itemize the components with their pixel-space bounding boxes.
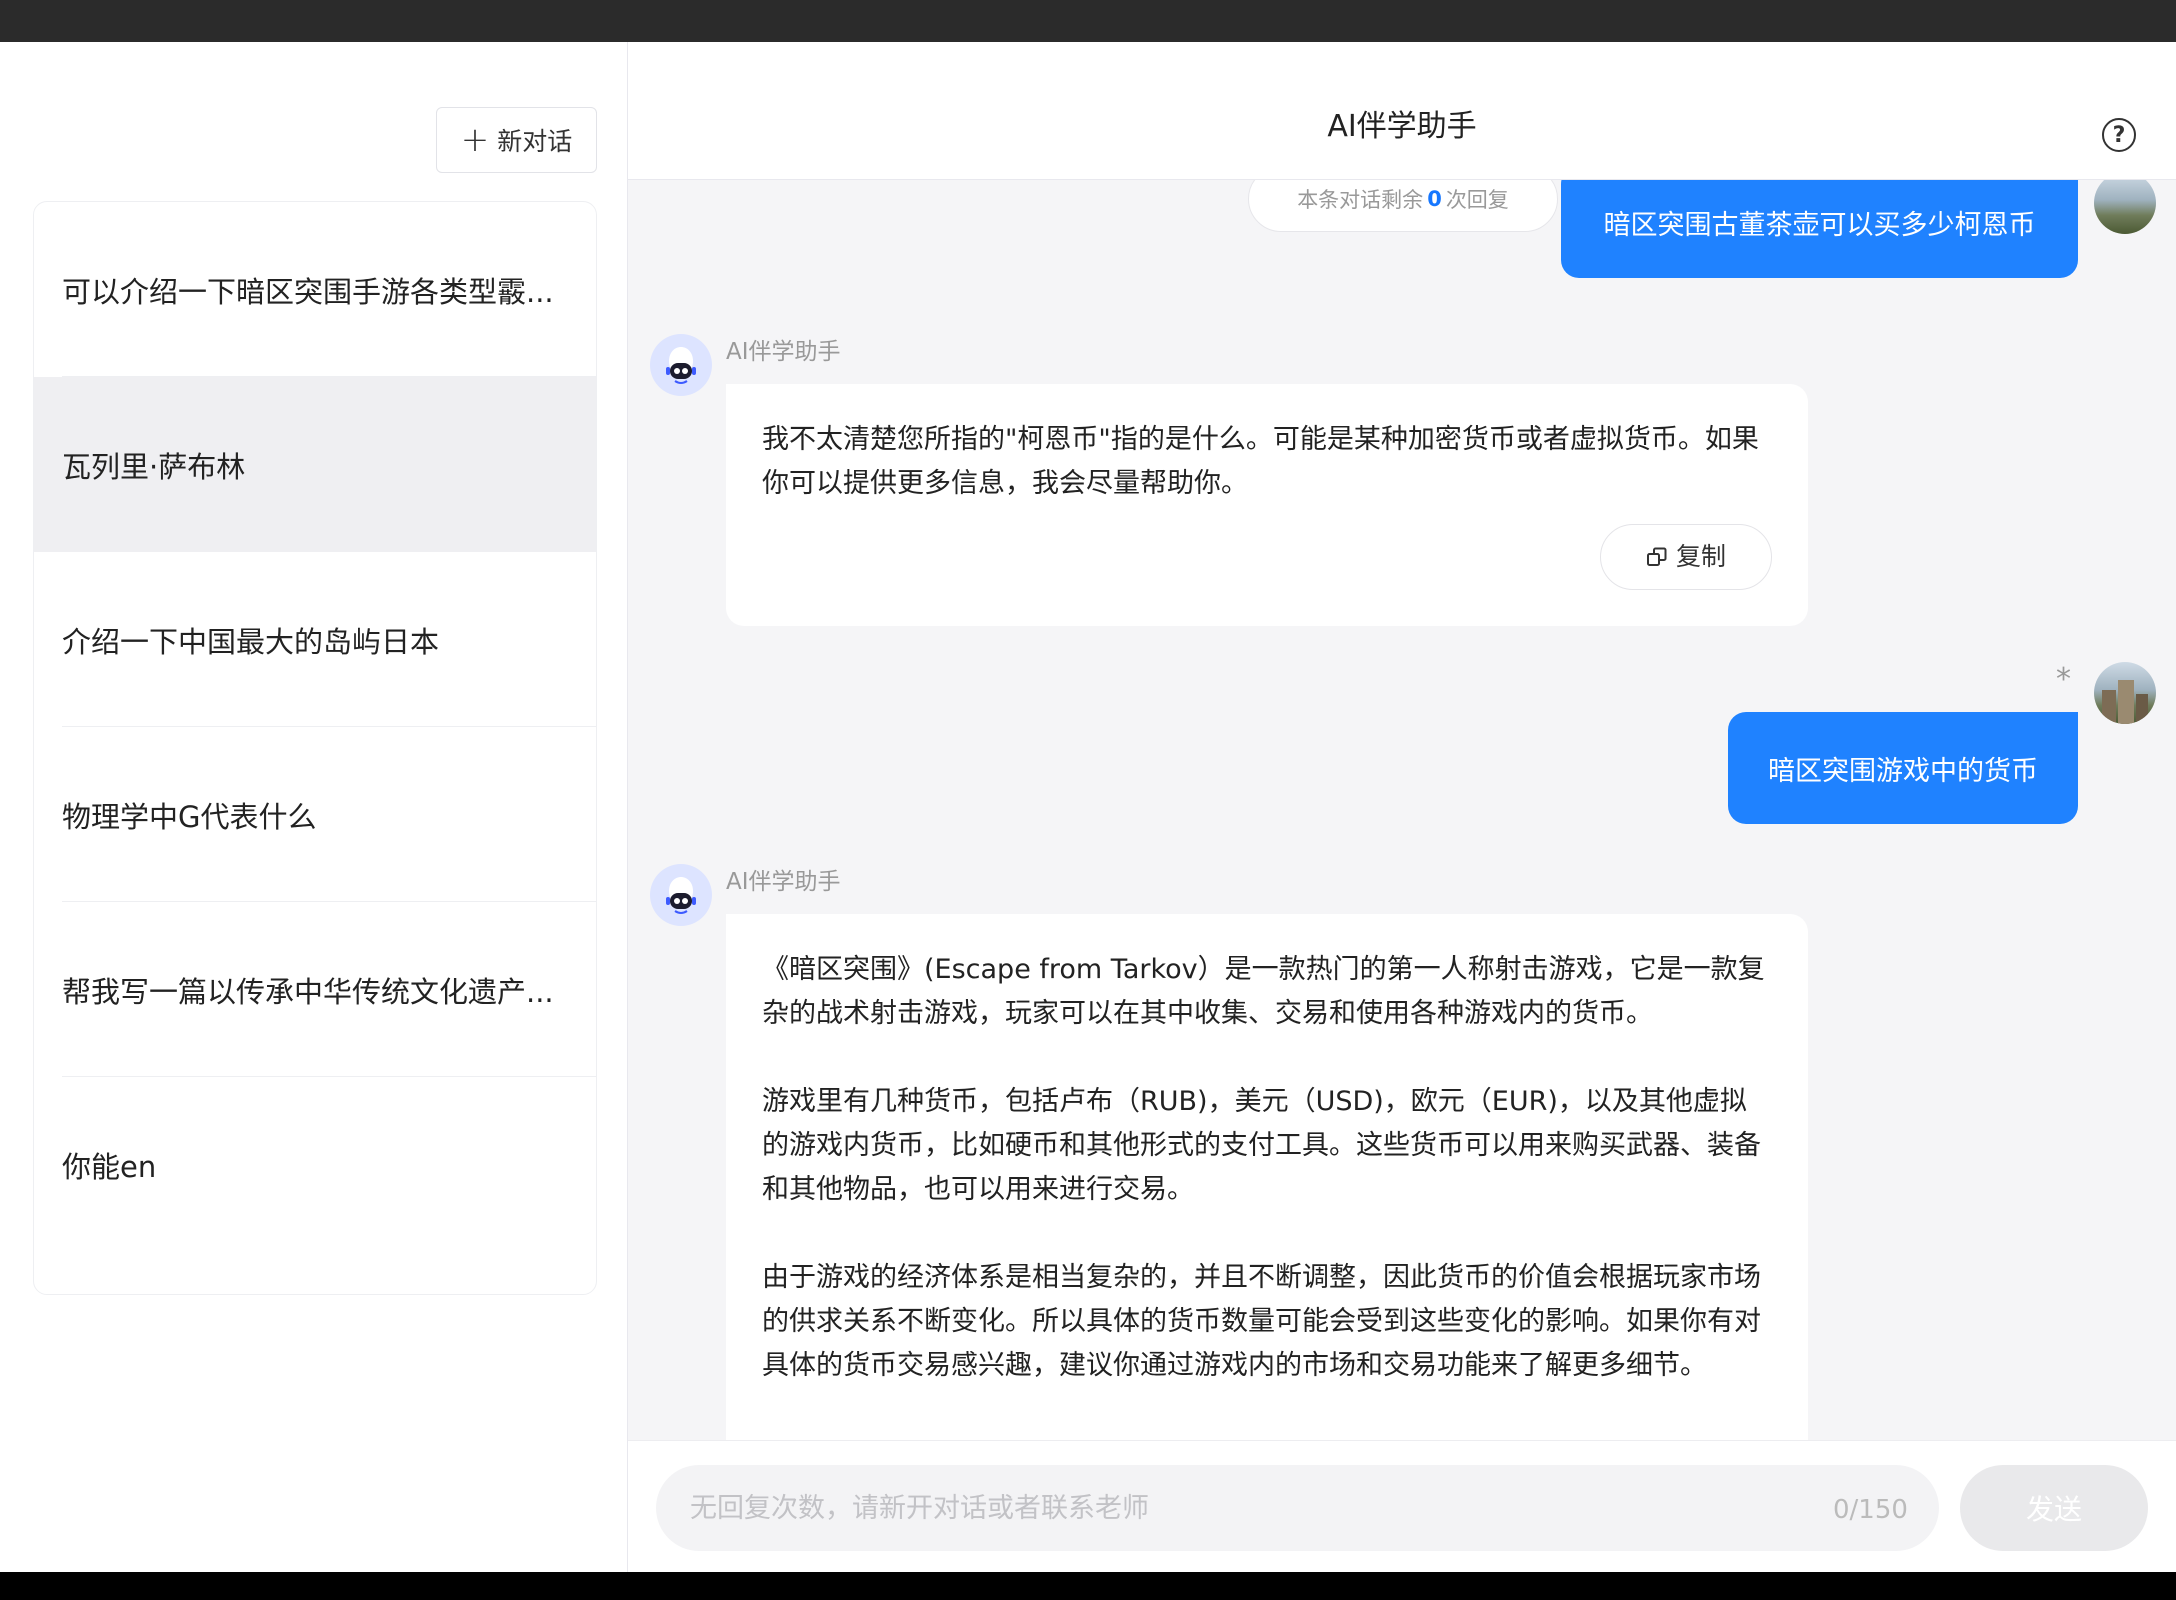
conversation-title: 瓦列里·萨布林 (62, 449, 246, 484)
bot-message-paragraph: 游戏里有几种货币，包括卢布（RUB)，美元（USD)，欧元（EUR)，以及其他虚… (762, 1086, 1761, 1205)
window-top-bar (0, 0, 2176, 42)
conversation-item-active[interactable]: 瓦列里·萨布林 (34, 377, 596, 552)
user-avatar (2094, 662, 2156, 724)
question-circle-icon[interactable]: ? (2102, 118, 2136, 152)
send-button[interactable]: 发送 (1960, 1465, 2148, 1551)
chat-header: AI伴学助手 ? (628, 42, 2176, 180)
page-title: AI伴学助手 (1327, 109, 1477, 144)
new-chat-label: 新对话 (497, 127, 573, 156)
input-area: 0/150 发送 (628, 1440, 2176, 1572)
user-message: 暗区突围游戏中的货币 (1728, 712, 2078, 824)
robot-icon (666, 877, 696, 914)
copy-label: 复制 (1675, 542, 1726, 571)
bot-name: AI伴学助手 (726, 869, 841, 895)
conversation-item[interactable]: 可以介绍一下暗区突围手游各类型霰... (34, 202, 596, 377)
conversation-title: 帮我写一篇以传承中华传统文化遗产... (62, 974, 554, 1009)
user-message-text: 暗区突围游戏中的货币 (1768, 755, 2038, 787)
conversation-item[interactable]: 物理学中G代表什么 (34, 727, 596, 902)
bot-message-paragraph: 《暗区突围》(Escape from Tarkov）是一款热门的第一人称射击游戏… (762, 954, 1765, 1029)
conversation-title: 可以介绍一下暗区突围手游各类型霰... (62, 274, 554, 309)
copy-button[interactable]: 复制 (1600, 524, 1772, 590)
bot-message: 我不太清楚您所指的"柯恩币"指的是什么。可能是某种加密货币或者虚拟货币。如果你可… (726, 384, 1808, 626)
remaining-replies-badge: 本条对话剩余 0 次回复 (1248, 180, 1558, 232)
bot-message-paragraph: 我不太清楚您所指的"柯恩币"指的是什么。可能是某种加密货币或者虚拟货币。如果你可… (762, 424, 1759, 499)
bot-name: AI伴学助手 (726, 339, 841, 365)
robot-icon (666, 347, 696, 384)
conversation-item[interactable]: 帮我写一篇以传承中华传统文化遗产... (34, 902, 596, 1077)
remaining-suffix: 次回复 (1445, 188, 1509, 212)
bot-avatar (650, 864, 712, 926)
app: + 新对话 可以介绍一下暗区突围手游各类型霰... 瓦列里·萨布林 介绍一下中国… (0, 42, 2176, 1572)
user-avatar (2094, 180, 2156, 234)
char-counter: 0/150 (1833, 1495, 1908, 1525)
new-chat-button[interactable]: + 新对话 (436, 107, 597, 173)
bot-message: 《暗区突围》(Escape from Tarkov）是一款热门的第一人称射击游戏… (726, 914, 1808, 1440)
chat-panel: AI伴学助手 ? 本条对话剩余 0 次回复 暗区突围古董茶壶可以买多少柯恩币 A… (628, 42, 2176, 1572)
conversation-item[interactable]: 你能en (34, 1077, 596, 1252)
remaining-count: 0 (1427, 187, 1442, 211)
plus-icon: + (460, 120, 490, 160)
conversation-title: 你能en (62, 1149, 157, 1184)
message-list[interactable]: 本条对话剩余 0 次回复 暗区突围古董茶壶可以买多少柯恩币 AI伴学助手 我不太… (628, 180, 2176, 1440)
message-input[interactable] (656, 1465, 1939, 1551)
conversation-title: 介绍一下中国最大的岛屿日本 (62, 624, 440, 659)
copy-icon (1646, 547, 1667, 566)
user-message-text: 暗区突围古董茶壶可以买多少柯恩币 (1603, 209, 2036, 241)
conversation-list: 可以介绍一下暗区突围手游各类型霰... 瓦列里·萨布林 介绍一下中国最大的岛屿日… (33, 201, 597, 1295)
remaining-prefix: 本条对话剩余 (1297, 188, 1424, 212)
message-status-marker: * (2056, 662, 2071, 697)
conversation-title: 物理学中G代表什么 (62, 799, 317, 834)
sidebar: + 新对话 可以介绍一下暗区突围手游各类型霰... 瓦列里·萨布林 介绍一下中国… (0, 42, 628, 1572)
user-message: 暗区突围古董茶壶可以买多少柯恩币 (1561, 180, 2078, 278)
bot-avatar (650, 334, 712, 396)
conversation-item[interactable]: 介绍一下中国最大的岛屿日本 (34, 552, 596, 727)
window-bottom-bar (0, 1572, 2176, 1600)
bot-message-paragraph: 由于游戏的经济体系是相当复杂的，并且不断调整，因此货币的价值会根据玩家市场的供求… (762, 1262, 1761, 1381)
